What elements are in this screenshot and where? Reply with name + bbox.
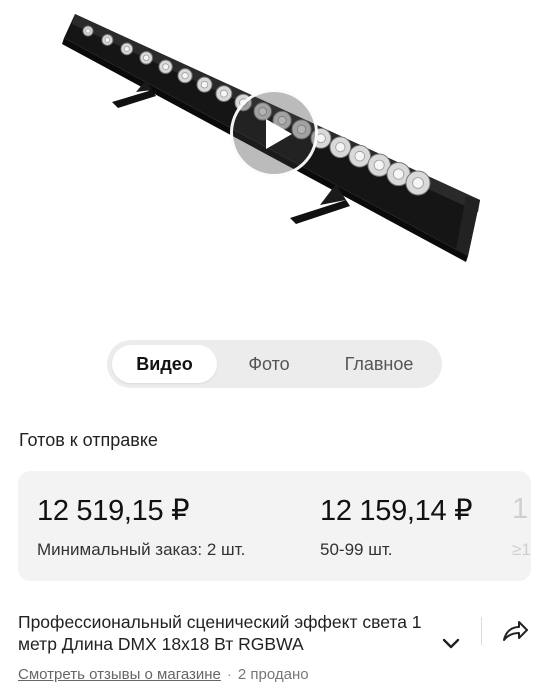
product-title: Профессиональный сценический эффект свет…	[18, 612, 422, 654]
product-media[interactable]	[0, 0, 549, 330]
led-lens-core	[162, 63, 170, 71]
tier-quantity: 50-99 шт.	[320, 540, 393, 559]
led-lens-core	[335, 142, 346, 153]
led-lens-core	[85, 28, 91, 34]
shipping-status: Готов к отправке	[19, 430, 158, 450]
led-lens-core	[123, 45, 130, 52]
store-reviews-link[interactable]: Смотреть отзывы о магазине	[18, 666, 221, 683]
tab-photo[interactable]: Фото	[217, 345, 321, 383]
media-tabs: Видео Фото Главное	[107, 340, 442, 388]
separator-dot: ·	[226, 666, 232, 683]
tab-video[interactable]: Видео	[112, 345, 217, 383]
tier-quantity: Минимальный заказ: 2 шт.	[37, 540, 246, 559]
tier-price: 12 159,14 ₽	[320, 495, 473, 527]
led-lens-core	[181, 72, 189, 80]
store-reviews-row: Смотреть отзывы о магазине · 2 продано	[18, 666, 309, 683]
tier-quantity: ≥1	[512, 540, 531, 559]
play-button[interactable]	[230, 89, 318, 177]
price-tiers[interactable]: 12 519,15 ₽ Минимальный заказ: 2 шт. 12 …	[18, 471, 531, 581]
play-icon	[266, 119, 292, 149]
chevron-down-icon[interactable]	[440, 636, 462, 652]
led-lens-core	[373, 159, 385, 171]
led-lens-core	[143, 54, 150, 62]
led-lens-core	[412, 177, 424, 189]
divider	[481, 617, 482, 645]
tier-price: 12 519,15 ₽	[37, 495, 190, 527]
led-lens-core	[354, 150, 366, 162]
led-lens-core	[219, 89, 228, 98]
tab-main[interactable]: Главное	[321, 345, 437, 383]
sold-count: 2 продано	[237, 666, 309, 683]
led-lens-core	[392, 168, 405, 180]
share-icon[interactable]	[500, 616, 530, 646]
led-lens-core	[104, 37, 111, 43]
tier-price: 1	[512, 493, 528, 525]
led-lens-core	[200, 80, 209, 89]
